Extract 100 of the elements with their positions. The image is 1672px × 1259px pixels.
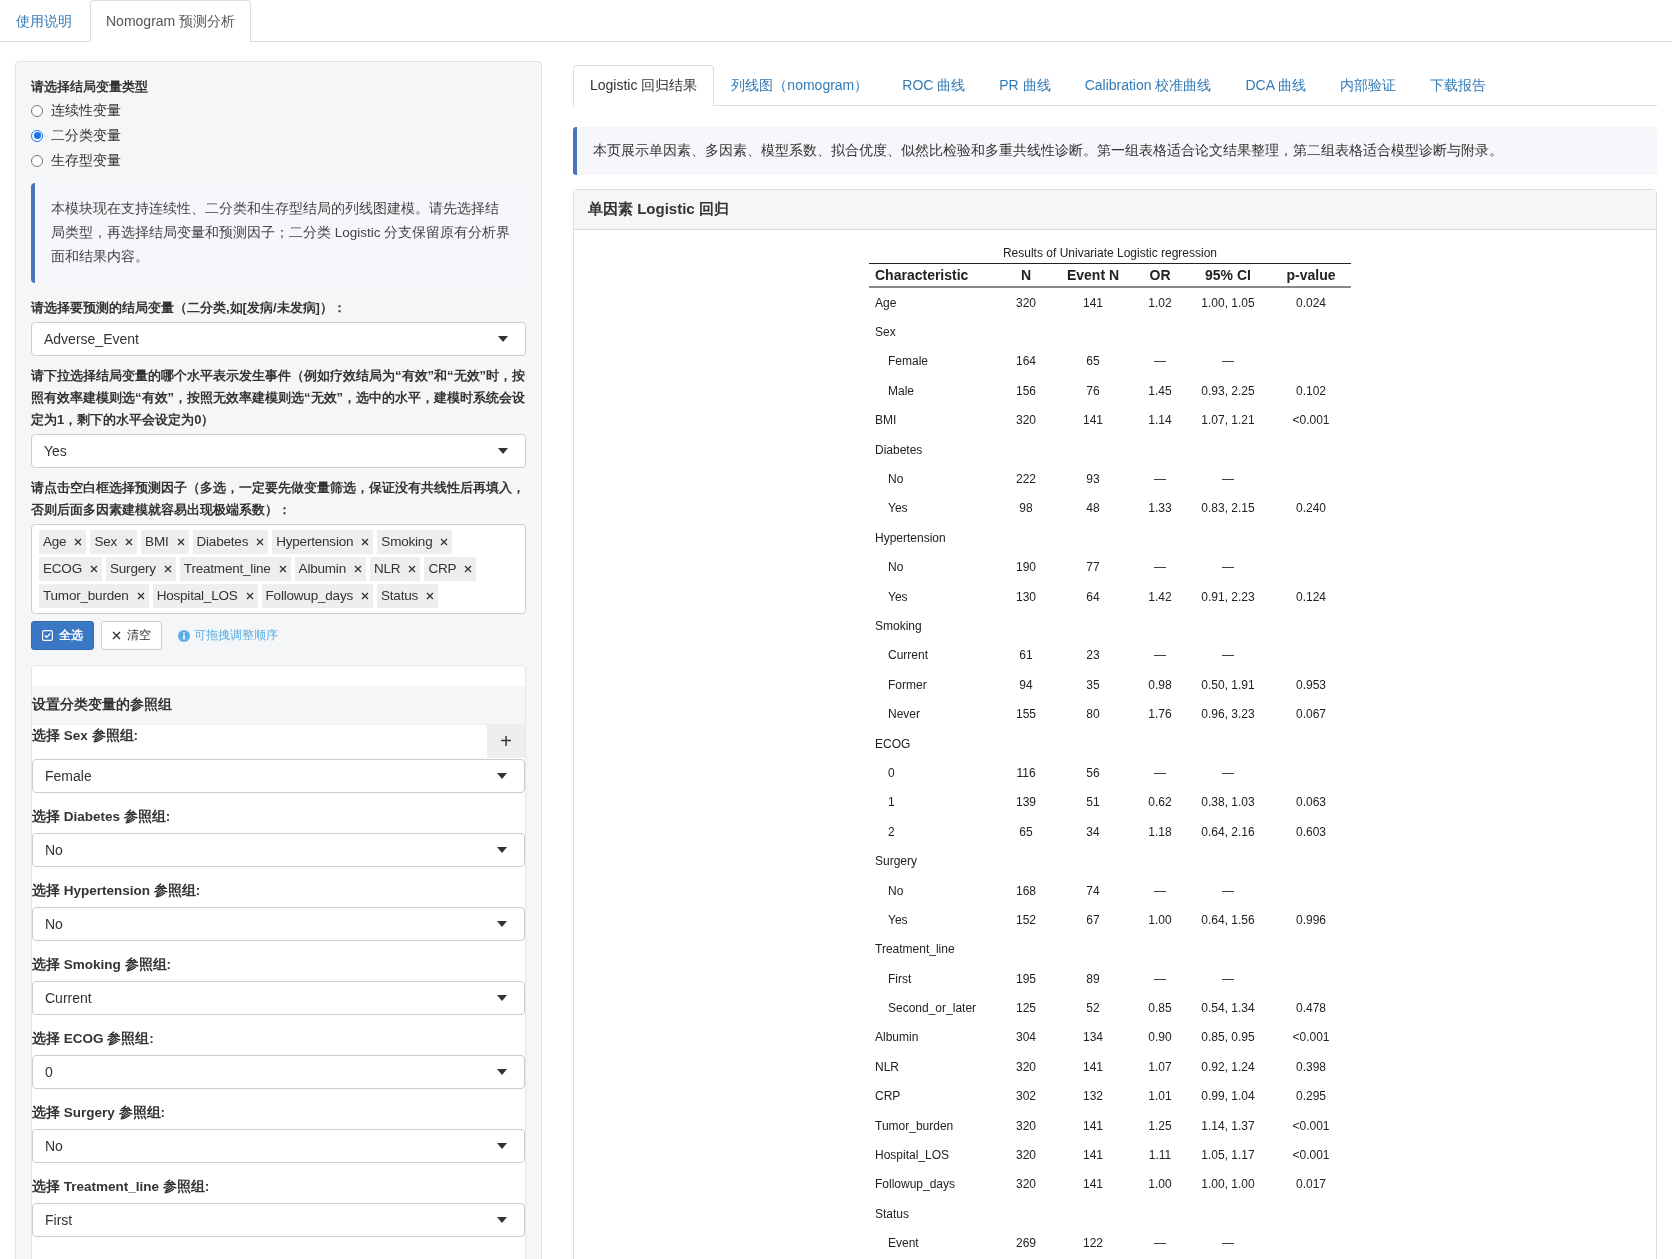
table-cell-text: 74 — [1085, 882, 1101, 900]
predictor-tag[interactable]: Hospital_LOS — [152, 584, 258, 608]
table-cell-text: 35 — [1085, 676, 1101, 694]
table-cell-text: Hypertension — [874, 529, 947, 547]
predictor-tag[interactable]: Status — [377, 584, 439, 608]
table-cell-text: 1.42 — [1147, 588, 1173, 606]
reference-select[interactable]: First — [32, 1203, 525, 1237]
radio-button[interactable] — [31, 154, 43, 167]
table-cell: 1.02 — [1135, 287, 1185, 318]
table-cell-text: 0.102 — [1295, 382, 1327, 400]
table-cell-text: — — [1221, 559, 1235, 577]
predictor-tag[interactable]: Diabetes — [192, 530, 269, 554]
result-tab[interactable]: 列线图（nomogram） — [714, 65, 886, 106]
table-cell: 320 — [1001, 287, 1051, 318]
table-cell-text: 195 — [1015, 970, 1037, 988]
table-cell-text: <0.001 — [1291, 412, 1331, 430]
close-icon — [74, 538, 83, 546]
table-caption: Results of Univariate Logistic regression — [1001, 246, 1219, 262]
table-cell-text: 1.00, 1.00 — [1200, 1176, 1256, 1194]
table-cell-text: 0.90 — [1147, 1029, 1173, 1047]
close-icon — [112, 631, 121, 640]
radio-label: 生存型变量 — [51, 151, 121, 170]
predictor-tag[interactable]: Treatment_line — [179, 557, 291, 581]
reference-select[interactable]: Current — [32, 981, 525, 1015]
result-tab[interactable]: 内部验证 — [1323, 65, 1414, 106]
table-cell-text: Male — [887, 382, 915, 400]
table-cell-text: 0.62 — [1147, 794, 1173, 812]
caret-icon — [497, 847, 507, 853]
caret-icon — [497, 1217, 507, 1223]
radio-label: 连续性变量 — [51, 101, 121, 120]
table-cell-text: Followup_days — [874, 1176, 957, 1194]
predictor-tag[interactable]: NLR — [369, 557, 421, 581]
reference-select[interactable]: 0 — [32, 1055, 525, 1089]
table-cell-text: — — [1221, 353, 1235, 371]
table-cell-text: Tumor_burden — [874, 1117, 955, 1135]
result-tab[interactable]: PR 曲线 — [982, 65, 1068, 106]
table-cell-text: 0.64, 1.56 — [1200, 911, 1256, 929]
radio-button[interactable] — [31, 129, 43, 142]
reference-select[interactable]: No — [32, 833, 525, 867]
column-header: 95% CI — [1185, 263, 1271, 287]
close-icon — [176, 538, 185, 546]
predictor-tag[interactable]: ECOG — [39, 557, 102, 581]
predictor-tag[interactable]: Age — [39, 530, 87, 554]
table-cell-text: 141 — [1082, 412, 1104, 430]
table-cell-text: ECOG — [874, 735, 912, 753]
table-cell-text: 0.295 — [1295, 1088, 1327, 1106]
table-cell-text: 0.93, 2.25 — [1200, 382, 1256, 400]
predictor-tag[interactable]: Tumor_burden — [39, 584, 149, 608]
table-cell-text: 0.398 — [1295, 1058, 1327, 1076]
page-tab[interactable]: Nomogram 预测分析 — [90, 0, 252, 42]
predictor-tag[interactable]: Albumin — [294, 557, 366, 581]
table-cell-text: 1 — [887, 794, 896, 812]
predictor-multiselect[interactable]: Age Sex BMI Diabetes Hypertension Smoking ECOG Surgery Treatment_line Albumin NLR CRP Tumor_burden Hospital_LOS Followup_days Status — [31, 524, 526, 614]
select-all-button[interactable]: 全选 — [31, 621, 94, 650]
table-cell-text: 0.83, 2.15 — [1200, 500, 1256, 518]
predictor-tag[interactable]: BMI — [141, 530, 189, 554]
table-cell-text: — — [1221, 882, 1235, 900]
result-tab[interactable]: Calibration 校准曲线 — [1067, 65, 1229, 106]
predictor-tag[interactable]: Surgery — [105, 557, 176, 581]
column-header: p-value — [1271, 263, 1351, 287]
reference-select[interactable]: No — [32, 907, 525, 941]
table-cell-text: 1.18 — [1147, 823, 1173, 841]
predictor-tag[interactable]: Sex — [90, 530, 138, 554]
table-cell-text: Hospital_LOS — [874, 1147, 951, 1164]
close-icon — [136, 592, 145, 600]
reference-select[interactable]: No — [32, 1129, 525, 1163]
reference-select[interactable]: Female — [32, 759, 525, 793]
table-cell-text: No — [887, 471, 905, 489]
predictor-tag[interactable]: Followup_days — [261, 584, 373, 608]
table-cell-text: 0.603 — [1295, 823, 1327, 841]
predictor-tag[interactable]: Smoking — [377, 530, 453, 554]
table-cell-text: <0.001 — [1291, 1147, 1331, 1164]
panel-header: 设置分类变量的参照组 — [32, 686, 525, 725]
caret-icon — [497, 921, 507, 927]
table-cell-text: Status — [874, 1205, 911, 1223]
outcome-select[interactable]: Adverse_Event — [31, 322, 526, 356]
result-tab[interactable]: ROC 曲线 — [885, 65, 983, 106]
caret-icon — [497, 1069, 507, 1075]
predictor-tag[interactable]: CRP — [424, 557, 477, 581]
predictor-tag[interactable]: Hypertension — [272, 530, 374, 554]
event-level-select[interactable]: Yes — [31, 434, 526, 468]
result-tab[interactable]: 下载报告 — [1413, 65, 1504, 106]
page-tab[interactable]: 使用说明 — [15, 0, 73, 42]
table-cell-text: — — [1153, 647, 1167, 665]
clear-button[interactable]: 清空 — [101, 621, 162, 650]
expand-button[interactable]: + — [487, 725, 525, 758]
column-header: Event N — [1051, 263, 1135, 287]
table-cell-text: Yes — [887, 588, 909, 606]
field-label: 请下拉选择结局变量的哪个水平表示发生事件（例如疗效结局为“有效”和“无效”时，按照有效率建模则选“有效”，按照无效率建模则选“无效”，选中的水平，建模时系统会设定为1，剩下的水平会设定为0） — [31, 367, 526, 429]
table-cell-text: Albumin — [874, 1029, 920, 1047]
table-cell-text: 0.38, 1.03 — [1200, 794, 1256, 812]
caret-icon — [498, 336, 508, 342]
result-tab[interactable]: Logistic 回归结果 — [573, 65, 715, 106]
checkbox-icon — [42, 630, 53, 641]
result-tab[interactable]: DCA 曲线 — [1228, 65, 1324, 106]
close-icon — [163, 565, 172, 573]
table-cell-text: 1.07, 1.21 — [1200, 412, 1256, 430]
table-cell-text: Female — [887, 353, 929, 371]
radio-button[interactable] — [31, 104, 43, 117]
table-cell-text: <0.001 — [1291, 1117, 1331, 1135]
